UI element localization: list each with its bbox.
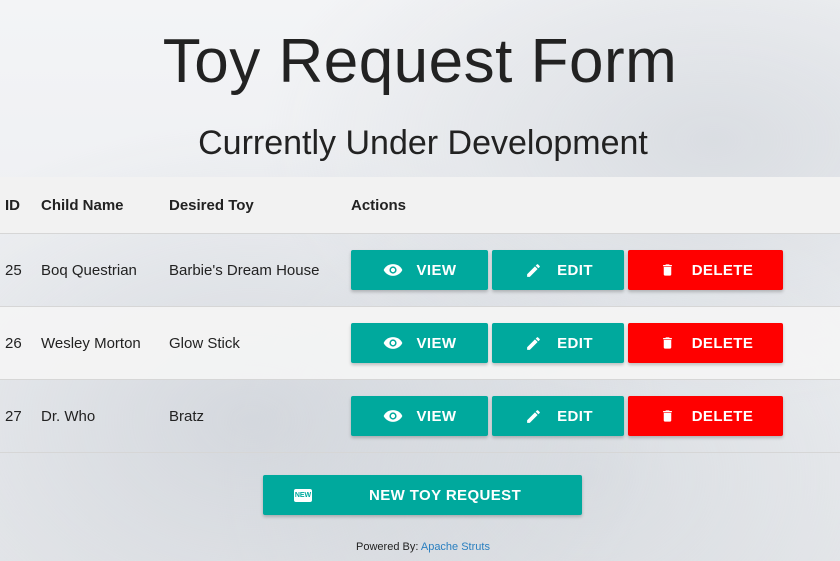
table-row: 26 Wesley Morton Glow Stick VIEW EDIT DE… xyxy=(0,306,840,380)
footer: Powered By: Apache Struts xyxy=(0,541,840,553)
eye-icon xyxy=(383,333,403,353)
column-header-id: ID xyxy=(0,177,41,234)
table-row: 27 Dr. Who Bratz VIEW EDIT DELETE xyxy=(0,379,840,453)
view-button[interactable]: VIEW xyxy=(351,323,488,363)
footer-powered-by: Powered By: xyxy=(356,541,419,553)
apache-struts-link[interactable]: Apache Struts xyxy=(421,541,490,553)
view-button[interactable]: VIEW xyxy=(351,250,488,290)
edit-button-label: EDIT xyxy=(557,407,593,425)
column-header-child-name: Child Name xyxy=(41,177,169,234)
page-title: Toy Request Form xyxy=(162,27,678,96)
row-actions: VIEW EDIT DELETE xyxy=(351,379,840,453)
table-row: 25 Boq Questrian Barbie's Dream House VI… xyxy=(0,233,840,307)
view-button[interactable]: VIEW xyxy=(351,396,488,436)
eye-icon xyxy=(383,260,403,280)
edit-button[interactable]: EDIT xyxy=(492,396,624,436)
row-child-name: Dr. Who xyxy=(41,379,169,453)
row-child-name: Boq Questrian xyxy=(41,233,169,307)
edit-button[interactable]: EDIT xyxy=(492,323,624,363)
row-id: 26 xyxy=(0,306,41,380)
delete-button-label: DELETE xyxy=(691,261,754,279)
toy-requests-table: ID Child Name Desired Toy Actions 25 Boq… xyxy=(0,177,840,453)
row-desired-toy: Barbie's Dream House xyxy=(169,233,351,307)
row-desired-toy: Bratz xyxy=(169,379,351,453)
column-header-desired-toy: Desired Toy xyxy=(169,177,351,234)
trash-icon xyxy=(658,333,678,353)
new-icon: NEW xyxy=(294,488,312,502)
row-desired-toy: Glow Stick xyxy=(169,306,351,380)
delete-button[interactable]: DELETE xyxy=(628,323,783,363)
pencil-icon xyxy=(523,260,543,280)
row-id: 27 xyxy=(0,379,41,453)
edit-button[interactable]: EDIT xyxy=(492,250,624,290)
row-actions: VIEW EDIT DELETE xyxy=(351,306,840,380)
delete-button-label: DELETE xyxy=(691,334,754,352)
row-id: 25 xyxy=(0,233,41,307)
new-toy-request-label: NEW TOY REQUEST xyxy=(369,486,522,504)
trash-icon xyxy=(658,406,678,426)
view-button-label: VIEW xyxy=(416,261,457,279)
pencil-icon xyxy=(523,406,543,426)
trash-icon xyxy=(658,260,678,280)
edit-button-label: EDIT xyxy=(557,261,593,279)
edit-button-label: EDIT xyxy=(557,334,593,352)
delete-button[interactable]: DELETE xyxy=(628,250,783,290)
pencil-icon xyxy=(523,333,543,353)
table-header-row: ID Child Name Desired Toy Actions xyxy=(0,177,840,234)
new-toy-request-button[interactable]: NEW NEW TOY REQUEST xyxy=(263,475,582,515)
eye-icon xyxy=(383,406,403,426)
column-header-actions: Actions xyxy=(351,177,840,234)
row-actions: VIEW EDIT DELETE xyxy=(351,233,840,307)
delete-button[interactable]: DELETE xyxy=(628,396,783,436)
page-subtitle: Currently Under Development xyxy=(198,124,648,162)
view-button-label: VIEW xyxy=(416,334,457,352)
delete-button-label: DELETE xyxy=(691,407,754,425)
view-button-label: VIEW xyxy=(416,407,457,425)
row-child-name: Wesley Morton xyxy=(41,306,169,380)
